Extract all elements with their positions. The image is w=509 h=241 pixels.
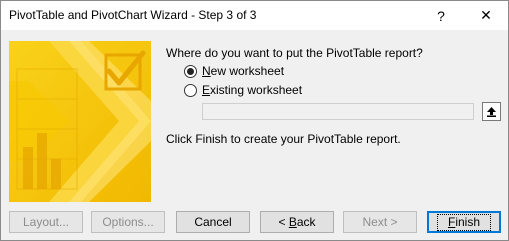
existing-worksheet-radio[interactable]: Existing worksheet [184, 83, 302, 97]
layout-button[interactable]: Layout... [9, 211, 83, 233]
close-button[interactable]: ✕ [471, 1, 501, 30]
help-icon: ? [437, 7, 445, 24]
finish-instructions: Click Finish to create your PivotTable r… [166, 132, 401, 146]
title-bar: PivotTable and PivotChart Wizard - Step … [1, 1, 508, 30]
cancel-button[interactable]: Cancel [176, 211, 250, 233]
new-worksheet-label: New worksheet [202, 64, 285, 78]
radio-selected-icon [184, 64, 197, 78]
existing-worksheet-reference-input[interactable] [202, 103, 474, 120]
radio-unselected-icon [184, 83, 197, 97]
close-icon: ✕ [480, 7, 492, 23]
new-worksheet-radio[interactable]: New worksheet [184, 64, 284, 78]
finish-button[interactable]: Finish [427, 211, 501, 233]
window-title: PivotTable and PivotChart Wizard - Step … [9, 8, 257, 22]
wizard-dialog: PivotTable and PivotChart Wizard - Step … [0, 0, 509, 241]
next-button[interactable]: Next > [343, 211, 417, 233]
collapse-dialog-icon [487, 107, 496, 117]
collapse-dialog-button[interactable] [482, 102, 501, 121]
wizard-pivot-art-icon [9, 41, 151, 202]
back-button[interactable]: < Back [260, 211, 334, 233]
options-button[interactable]: Options... [91, 211, 165, 233]
placement-question: Where do you want to put the PivotTable … [166, 46, 423, 60]
existing-worksheet-label: Existing worksheet [202, 83, 303, 97]
help-button[interactable]: ? [426, 1, 456, 30]
